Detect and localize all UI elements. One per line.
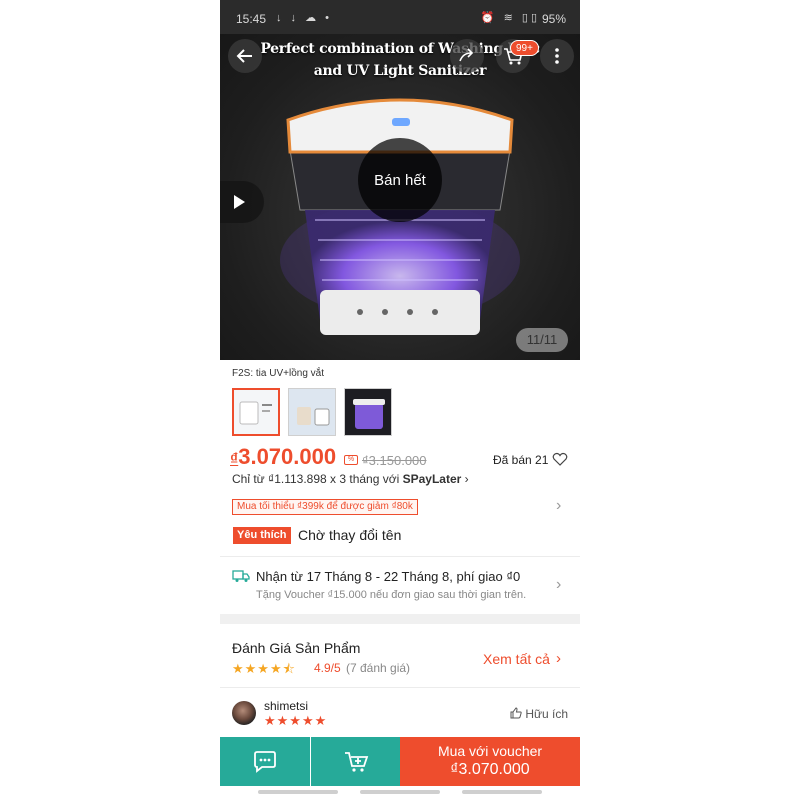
- rating-count: (7 đánh giá): [346, 661, 411, 675]
- buy-price: ₫3.070.000: [450, 761, 530, 778]
- discount-icon: %: [344, 455, 358, 465]
- reviewer-name: shimetsi: [264, 699, 309, 713]
- price-value: 3.070.000: [238, 444, 337, 469]
- avatar: [232, 701, 256, 725]
- thumbs-up-icon: [510, 707, 522, 719]
- chevron-right-icon: ›: [556, 576, 562, 593]
- back-arrow-icon: [236, 49, 252, 63]
- more-options-button[interactable]: [540, 39, 574, 73]
- original-price: ₫3.150.000: [362, 453, 427, 468]
- share-icon: [459, 48, 474, 62]
- product-name: Chờ thay đổi tên: [298, 527, 402, 543]
- helpful-button[interactable]: Hữu ích: [510, 707, 568, 721]
- installment-chevron: ›: [464, 472, 469, 486]
- helpful-label: Hữu ích: [525, 707, 569, 721]
- nav-indicator: [258, 790, 338, 794]
- status-time: 15:45: [236, 12, 267, 26]
- variation-thumbnail[interactable]: [232, 388, 280, 436]
- bottom-action-bar: Mua với voucher ₫3.070.000: [220, 737, 580, 786]
- nav-indicator: [360, 790, 440, 794]
- nav-indicator: [462, 790, 542, 794]
- image-counter: 11/11: [516, 328, 568, 352]
- current-price: ₫3.070.000: [230, 444, 336, 470]
- thumbnail-image: [345, 389, 391, 435]
- add-to-cart-icon: [344, 751, 368, 772]
- shipping-estimate[interactable]: Nhận từ 17 Tháng 8 - 22 Tháng 8, phí gia…: [256, 569, 520, 584]
- thumbnail-image: [234, 390, 278, 434]
- favorite-badge: Yêu thích: [233, 527, 291, 544]
- buy-label: Mua với voucher: [437, 743, 543, 759]
- more-icon: [555, 48, 559, 64]
- play-video-button[interactable]: [220, 181, 264, 223]
- add-to-cart-button[interactable]: [311, 737, 400, 786]
- currency-symbol: ₫: [230, 451, 239, 468]
- battery-level: 95%: [541, 12, 566, 26]
- variation-label: F2S: tia UV+lồng vắt: [232, 368, 324, 379]
- play-icon: [234, 195, 245, 209]
- rating-value: 4.9/5: [314, 661, 341, 675]
- cart-count-badge: 99+: [510, 40, 539, 56]
- divider: [220, 687, 580, 688]
- system-icons: ⏰ ≋ ▯▯: [480, 12, 540, 24]
- heart-icon[interactable]: [552, 451, 568, 467]
- reviewer-stars: ★★★★★: [264, 713, 328, 728]
- installment-text: Chỉ từ ₫1.113.898 x 3 tháng với: [232, 472, 403, 486]
- variation-thumbnail[interactable]: [344, 388, 392, 436]
- sold-out-overlay: Bán hết: [358, 138, 442, 222]
- chevron-right-icon: ›: [556, 650, 561, 667]
- chevron-right-icon: ›: [556, 497, 562, 514]
- section-divider: [220, 614, 580, 624]
- variation-thumbnail[interactable]: [288, 388, 336, 436]
- notification-icons: ↓ ↓ ☁ •: [276, 12, 333, 24]
- back-button[interactable]: [228, 39, 262, 73]
- chat-icon: [254, 750, 276, 773]
- sold-count: Đã bán 21: [493, 453, 549, 467]
- rating-stars: ★★★★⯪: [232, 661, 296, 676]
- installment-info[interactable]: Chỉ từ ₫1.113.898 x 3 tháng với SPayLate…: [232, 472, 469, 486]
- voucher-tag[interactable]: Mua tối thiểu ₫399k để được giảm ₫80k: [232, 499, 418, 515]
- phone-screen: 15:45 ↓ ↓ ☁ • ⏰ ≋ ▯▯ 95% Perfect combina…: [220, 0, 580, 800]
- installment-brand: SPayLater: [402, 472, 462, 486]
- buy-with-voucher-button[interactable]: Mua với voucher ₫3.070.000: [400, 737, 580, 786]
- truck-icon: [232, 570, 250, 582]
- chat-button[interactable]: [220, 737, 310, 786]
- share-button[interactable]: [450, 39, 484, 73]
- product-image-gallery[interactable]: Perfect combination of Washing Mac and U…: [220, 34, 580, 360]
- reviews-title: Đánh Giá Sản Phẩm: [232, 640, 361, 656]
- status-bar: 15:45 ↓ ↓ ☁ • ⏰ ≋ ▯▯ 95%: [220, 0, 580, 34]
- divider: [220, 556, 580, 557]
- see-all-reviews-link[interactable]: Xem tất cả: [483, 651, 550, 667]
- shipping-voucher-note: Tặng Voucher ₫15.000 nếu đơn giao sau th…: [256, 589, 527, 601]
- thumbnail-image: [289, 389, 335, 435]
